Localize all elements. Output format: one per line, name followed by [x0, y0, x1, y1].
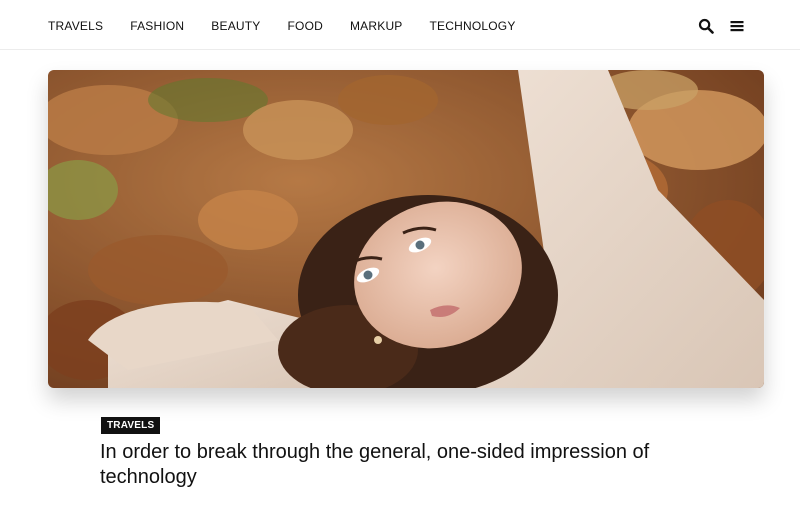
nav-item-markup[interactable]: MARKUP — [350, 18, 403, 34]
hero-photo — [48, 70, 764, 388]
search-icon[interactable] — [698, 18, 714, 34]
main-nav: TRAVELS FASHION BEAUTY FOOD MARKUP TECHN… — [48, 18, 516, 34]
post-title[interactable]: In order to break through the general, o… — [100, 440, 700, 490]
nav-item-travels[interactable]: TRAVELS — [48, 18, 103, 34]
featured-post-image[interactable] — [48, 70, 764, 388]
nav-item-food[interactable]: FOOD — [288, 18, 323, 34]
hamburger-menu-icon[interactable] — [729, 18, 745, 34]
top-navigation-bar: TRAVELS FASHION BEAUTY FOOD MARKUP TECHN… — [0, 0, 800, 50]
header-tools — [698, 18, 745, 34]
category-badge[interactable]: TRAVELS — [101, 417, 161, 434]
nav-item-technology[interactable]: TECHNOLOGY — [430, 18, 516, 34]
nav-item-beauty[interactable]: BEAUTY — [211, 18, 260, 34]
nav-item-fashion[interactable]: FASHION — [130, 18, 184, 34]
